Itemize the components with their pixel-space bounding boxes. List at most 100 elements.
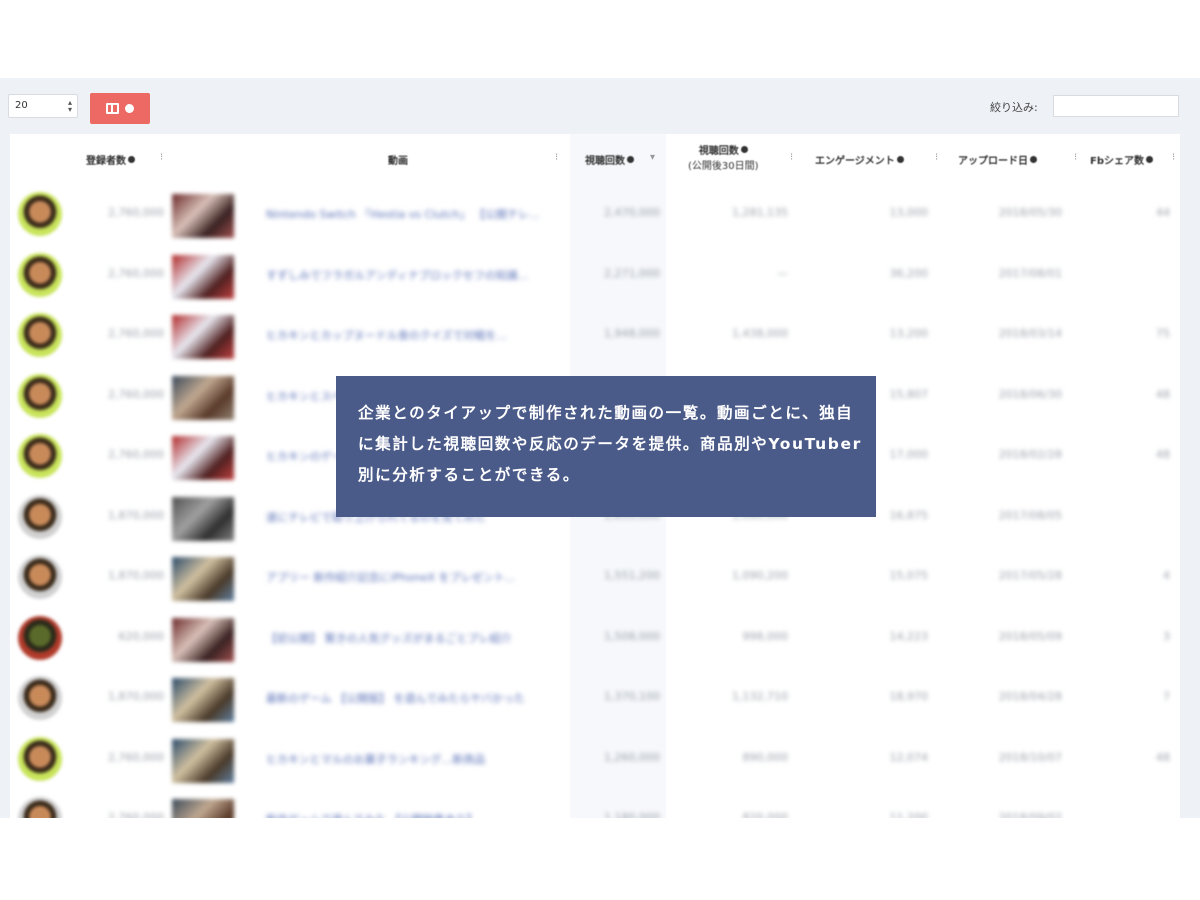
subscriber-count: 1,870,000 xyxy=(108,690,164,703)
search-input[interactable] xyxy=(1053,95,1179,117)
engagement-count: 36,200 xyxy=(889,266,929,280)
help-icon[interactable] xyxy=(1030,156,1037,163)
video-thumbnail[interactable] xyxy=(172,617,234,662)
video-title-link[interactable]: ヒカキンとカップヌードル食のクイズで対戦を... xyxy=(266,327,556,343)
video-thumbnail[interactable] xyxy=(172,496,234,541)
view-count-30-days: 1,281,135 xyxy=(732,206,788,219)
channel-avatar[interactable] xyxy=(18,676,62,720)
upload-date: 2018/04/28 xyxy=(998,690,1062,703)
search-label: 絞り込み: xyxy=(990,101,1038,114)
column-header[interactable]: エンゲージメント xyxy=(815,152,904,167)
channel-avatar[interactable] xyxy=(18,373,62,418)
video-thumbnail[interactable] xyxy=(172,315,234,359)
column-header[interactable]: 動画 xyxy=(388,152,408,167)
view-count-30-days: 1,438,000 xyxy=(732,327,788,340)
channel-avatar[interactable] xyxy=(18,736,62,781)
video-thumbnail[interactable] xyxy=(172,254,234,299)
view-count: 1,508,000 xyxy=(604,629,660,643)
video-title-link[interactable]: ヒカキンとマルのお菓子ランキング…新商品 xyxy=(266,751,556,767)
channel-avatar[interactable] xyxy=(18,252,62,297)
table-row[interactable]: 2,760,000 新作ゲームで遊んでみた 【公開映像あり】 1,180,000 82… xyxy=(10,789,1180,818)
video-title-link[interactable]: Nintendo Switch 「Hestia vs Clutch」 【公開テレ… xyxy=(266,206,556,222)
video-thumbnail[interactable] xyxy=(172,194,234,238)
column-header-label: 視聴回数 xyxy=(585,156,625,167)
video-title-link[interactable]: 最新のゲーム 【公開版】 を遊んでみたらヤバかった xyxy=(266,690,556,706)
video-title-link[interactable]: 【初公開】 驚きの人気グッズがまるごとプレ紹介 xyxy=(266,630,556,646)
caption-text: 企業とのタイアップで制作された動画の一覧。動画ごとに、独自に集計した視聴回数や反… xyxy=(358,404,862,484)
sort-icon[interactable]: ⁝ xyxy=(935,152,938,163)
view-count: 1,370,100 xyxy=(604,690,660,703)
video-title-link[interactable]: アプリー 新作紹介記念にiPhoneX をプレゼント... xyxy=(266,569,556,585)
sort-icon[interactable]: ⁝ xyxy=(1172,152,1175,163)
fb-share-count: 3 xyxy=(1163,629,1170,643)
table-row[interactable]: 1,870,000 最新のゲーム 【公開版】 を遊んでみたらヤバかった 1,370,… xyxy=(10,668,1180,728)
sort-icon[interactable]: ▾ xyxy=(650,152,655,163)
subscriber-count: 620,000 xyxy=(118,629,165,643)
channel-avatar[interactable] xyxy=(18,192,62,236)
upload-date: 2018/10/07 xyxy=(998,750,1062,764)
view-count: 1,948,000 xyxy=(604,327,660,340)
channel-avatar[interactable] xyxy=(18,494,62,539)
table-row[interactable]: 1,870,000 アプリー 新作紹介記念にiPhoneX をプレゼント... 1,… xyxy=(10,547,1180,607)
column-header[interactable]: 視聴回数 (公開後30日間) xyxy=(688,142,759,172)
help-icon[interactable] xyxy=(1146,156,1153,163)
help-icon[interactable] xyxy=(896,156,904,163)
fb-share-count: 75 xyxy=(1156,327,1170,340)
column-header-label: アップロード日 xyxy=(958,156,1028,167)
engagement-count: 13,200 xyxy=(889,327,929,340)
column-header-label: エンゲージメント xyxy=(815,156,895,167)
table-row[interactable]: 2,760,000 Nintendo Switch 「Hestia vs Clut… xyxy=(10,184,1180,244)
channel-avatar[interactable] xyxy=(18,797,62,818)
sort-icon[interactable]: ⁝ xyxy=(790,152,793,163)
help-icon[interactable] xyxy=(627,156,634,163)
subscriber-count: 2,760,000 xyxy=(108,387,164,401)
per-page-select[interactable]: 20 ▴ ▾ xyxy=(8,94,78,118)
column-header[interactable]: アップロード日 xyxy=(958,152,1037,167)
video-thumbnail[interactable] xyxy=(172,678,234,722)
upload-date: 2018/05/09 xyxy=(998,629,1062,643)
upload-date: 2017/05/28 xyxy=(998,569,1062,582)
video-thumbnail[interactable] xyxy=(172,557,234,601)
upload-date: 2018/02/28 xyxy=(998,448,1062,461)
gear-icon xyxy=(125,104,134,113)
table-row[interactable]: 2,760,000 ヒカキンとマルのお菓子ランキング…新商品 1,260,000 89… xyxy=(10,729,1180,789)
subscriber-count: 2,760,000 xyxy=(108,206,164,219)
column-settings-button[interactable] xyxy=(90,93,150,124)
help-icon[interactable] xyxy=(740,146,748,153)
column-header[interactable]: 登録者数 xyxy=(86,152,135,167)
channel-avatar[interactable] xyxy=(18,615,62,660)
view-count-30-days: 890,000 xyxy=(742,750,789,764)
engagement-count: 18,970 xyxy=(889,690,929,703)
caption-overlay: 企業とのタイアップで制作された動画の一覧。動画ごとに、独自に集計した視聴回数や反… xyxy=(336,376,876,517)
view-count: 1,180,000 xyxy=(604,811,660,818)
video-thumbnail[interactable] xyxy=(172,436,234,480)
sort-icon[interactable]: ⁝ xyxy=(1074,152,1077,163)
sort-icon[interactable]: ⁝ xyxy=(555,152,558,163)
table-row[interactable]: 2,760,000 すずしみでフラガルアンディナブロックセフの知識... 2,271… xyxy=(10,245,1180,305)
video-thumbnail[interactable] xyxy=(172,799,234,818)
view-count-30-days: 820,000 xyxy=(742,811,789,818)
subscriber-count: 2,760,000 xyxy=(108,448,164,461)
column-header[interactable]: 視聴回数 xyxy=(585,152,634,167)
channel-avatar[interactable] xyxy=(18,555,62,599)
column-header-label: 登録者数 xyxy=(86,156,126,167)
column-header[interactable]: Fbシェア数 xyxy=(1090,152,1153,167)
view-count: 1,260,000 xyxy=(604,750,660,764)
table-row[interactable]: 620,000 【初公開】 驚きの人気グッズがまるごとプレ紹介 1,508,000 9… xyxy=(10,608,1180,668)
fb-share-count: 4 xyxy=(1163,569,1170,582)
video-thumbnail[interactable] xyxy=(172,375,234,420)
upload-date: 2017/08/05 xyxy=(998,508,1062,522)
subscriber-count: 2,760,000 xyxy=(108,750,164,764)
view-count-30-days: 1,090,200 xyxy=(732,569,788,582)
video-thumbnail[interactable] xyxy=(172,738,234,783)
table-row[interactable]: 2,760,000 ヒカキンとカップヌードル食のクイズで対戦を... 1,948,0… xyxy=(10,305,1180,365)
video-title-link[interactable]: 新作ゲームで遊んでみた 【公開映像あり】 xyxy=(266,811,556,818)
screenshot-stage: 20 ▴ ▾ 絞り込み: 登録者数 動画 視聴回数 視聴回数 (公開後30日間) エンゲージ… xyxy=(0,0,1200,900)
video-title-link[interactable]: すずしみでフラガルアンディナブロックセフの知識... xyxy=(266,267,556,283)
upload-date: 2018/03/14 xyxy=(998,327,1062,340)
help-icon[interactable] xyxy=(128,156,135,163)
column-header-sublabel: (公開後30日間) xyxy=(688,161,759,172)
channel-avatar[interactable] xyxy=(18,434,62,478)
channel-avatar[interactable] xyxy=(18,313,62,357)
sort-icon[interactable]: ⁝ xyxy=(160,152,163,163)
